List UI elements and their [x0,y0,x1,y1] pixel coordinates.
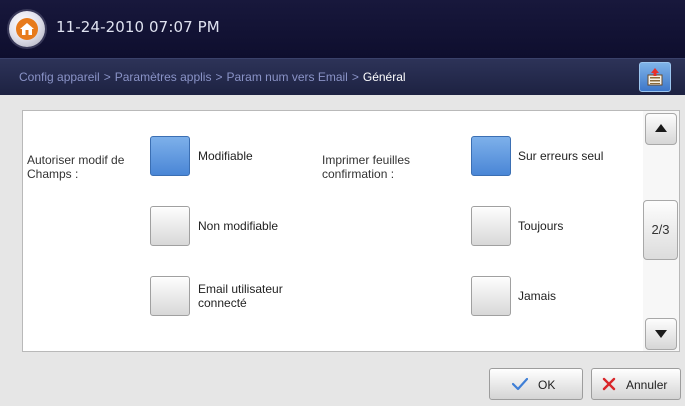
option-non-modifiable-button[interactable] [150,206,190,246]
breadcrumb: Config appareil > Paramètres applis > Param … [19,70,406,84]
job-list-icon [647,68,663,86]
ok-label: OK [538,378,556,392]
breadcrumb-bar: Config appareil > Paramètres applis > Param … [0,58,685,95]
breadcrumb-separator: > [351,70,359,84]
breadcrumb-item[interactable]: Paramètres applis [115,70,212,84]
scroll-down-button[interactable] [645,318,677,350]
print-confirmation-label: Imprimer feuilles confirmation : [322,153,411,181]
option-errors-only-label: Sur erreurs seul [518,149,604,163]
breadcrumb-item[interactable]: Param num vers Email [226,70,347,84]
date-time: 11-24-2010 07:07 PM [56,18,220,36]
allow-edit-fields-label: Autoriser modif de Champs : [27,153,125,181]
option-always-label: Toujours [518,219,564,233]
breadcrumb-item[interactable]: Config appareil [19,70,100,84]
top-bar: 11-24-2010 07:07 PM [0,0,685,58]
check-icon [512,377,528,391]
breadcrumb-current: Général [362,70,406,84]
breadcrumb-separator: > [215,70,223,84]
option-logged-user-email-button[interactable] [150,276,190,316]
option-non-modifiable-label: Non modifiable [198,219,279,233]
option-logged-user-email-label: Email utilisateur connecté [198,282,283,310]
cancel-label: Annuler [626,378,668,392]
close-icon [602,377,616,391]
option-errors-only-button[interactable] [471,136,511,176]
job-status-button[interactable] [639,62,671,92]
ok-button[interactable]: OK [489,368,583,400]
option-always-button[interactable] [471,206,511,246]
option-never-label: Jamais [518,289,557,303]
home-icon [16,18,38,40]
breadcrumb-separator: > [103,70,111,84]
option-modifiable-label: Modifiable [198,149,253,163]
page-indicator: 2/3 [643,200,678,260]
option-modifiable-button[interactable] [150,136,190,176]
cancel-button[interactable]: Annuler [591,368,681,400]
home-button[interactable] [9,11,45,47]
option-never-button[interactable] [471,276,511,316]
scroll-up-button[interactable] [645,113,677,145]
arrow-down-icon [655,330,667,338]
arrow-up-icon [655,124,667,132]
